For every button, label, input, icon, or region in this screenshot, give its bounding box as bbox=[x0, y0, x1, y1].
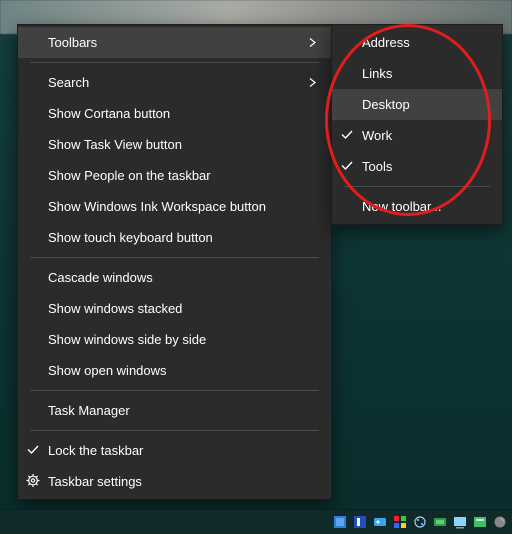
submenu-item-new-toolbar[interactable]: New toolbar... bbox=[332, 191, 502, 222]
menu-separator bbox=[30, 390, 319, 391]
check-icon bbox=[340, 158, 354, 175]
menu-item-task-manager[interactable]: Task Manager bbox=[18, 395, 331, 426]
menu-item-label: Tools bbox=[362, 159, 392, 174]
gear-icon bbox=[26, 473, 40, 490]
menu-item-label: Show Task View button bbox=[48, 137, 182, 152]
menu-separator bbox=[344, 186, 490, 187]
menu-item-show-people[interactable]: Show People on the taskbar bbox=[18, 160, 331, 191]
tray-icon[interactable] bbox=[412, 514, 428, 530]
menu-item-label: Cascade windows bbox=[48, 270, 153, 285]
menu-separator bbox=[30, 430, 319, 431]
tray-icon[interactable] bbox=[492, 514, 508, 530]
tray-icon[interactable] bbox=[372, 514, 388, 530]
menu-item-cascade-windows[interactable]: Cascade windows bbox=[18, 262, 331, 293]
menu-item-label: Show windows stacked bbox=[48, 301, 182, 316]
menu-separator bbox=[30, 257, 319, 258]
submenu-item-address[interactable]: Address bbox=[332, 27, 502, 58]
menu-item-search[interactable]: Search bbox=[18, 67, 331, 98]
menu-item-label: Toolbars bbox=[48, 35, 97, 50]
menu-item-show-touch-keyboard[interactable]: Show touch keyboard button bbox=[18, 222, 331, 253]
menu-item-taskbar-settings[interactable]: Taskbar settings bbox=[18, 466, 331, 497]
tray-icon[interactable] bbox=[432, 514, 448, 530]
submenu-item-tools[interactable]: Tools bbox=[332, 151, 502, 182]
menu-item-label: Show People on the taskbar bbox=[48, 168, 211, 183]
menu-item-label: New toolbar... bbox=[362, 199, 442, 214]
menu-item-label: Show windows side by side bbox=[48, 332, 206, 347]
menu-item-label: Search bbox=[48, 75, 89, 90]
menu-item-label: Links bbox=[362, 66, 392, 81]
menu-item-toolbars[interactable]: Toolbars bbox=[18, 27, 331, 58]
tray-icon[interactable] bbox=[352, 514, 368, 530]
tray-icon[interactable] bbox=[332, 514, 348, 530]
menu-item-show-stacked[interactable]: Show windows stacked bbox=[18, 293, 331, 324]
menu-item-label: Desktop bbox=[362, 97, 410, 112]
taskbar[interactable] bbox=[0, 509, 512, 534]
tray-icon[interactable] bbox=[392, 514, 408, 530]
menu-item-label: Task Manager bbox=[48, 403, 130, 418]
tray-icon[interactable] bbox=[452, 514, 468, 530]
check-icon bbox=[340, 127, 354, 144]
menu-item-show-cortana-button[interactable]: Show Cortana button bbox=[18, 98, 331, 129]
menu-item-show-open-windows[interactable]: Show open windows bbox=[18, 355, 331, 386]
menu-separator bbox=[30, 62, 319, 63]
menu-item-show-task-view-button[interactable]: Show Task View button bbox=[18, 129, 331, 160]
menu-item-lock-taskbar[interactable]: Lock the taskbar bbox=[18, 435, 331, 466]
menu-item-label: Show touch keyboard button bbox=[48, 230, 213, 245]
menu-item-label: Show Cortana button bbox=[48, 106, 170, 121]
submenu-item-links[interactable]: Links bbox=[332, 58, 502, 89]
menu-item-label: Show open windows bbox=[48, 363, 167, 378]
menu-item-label: Show Windows Ink Workspace button bbox=[48, 199, 266, 214]
menu-item-label: Work bbox=[362, 128, 392, 143]
toolbars-submenu: Address Links Desktop Work Tools New too… bbox=[331, 24, 503, 225]
submenu-item-desktop[interactable]: Desktop bbox=[332, 89, 502, 120]
check-icon bbox=[26, 442, 40, 459]
menu-item-label: Taskbar settings bbox=[48, 474, 142, 489]
chevron-right-icon bbox=[309, 35, 317, 50]
tray-icon[interactable] bbox=[472, 514, 488, 530]
menu-item-label: Address bbox=[362, 35, 410, 50]
desktop: Toolbars Search Show Cortana button Show… bbox=[0, 0, 512, 534]
chevron-right-icon bbox=[309, 75, 317, 90]
taskbar-context-menu: Toolbars Search Show Cortana button Show… bbox=[17, 24, 332, 500]
menu-item-show-side-by-side[interactable]: Show windows side by side bbox=[18, 324, 331, 355]
menu-item-label: Lock the taskbar bbox=[48, 443, 143, 458]
menu-item-show-ink-workspace[interactable]: Show Windows Ink Workspace button bbox=[18, 191, 331, 222]
submenu-item-work[interactable]: Work bbox=[332, 120, 502, 151]
